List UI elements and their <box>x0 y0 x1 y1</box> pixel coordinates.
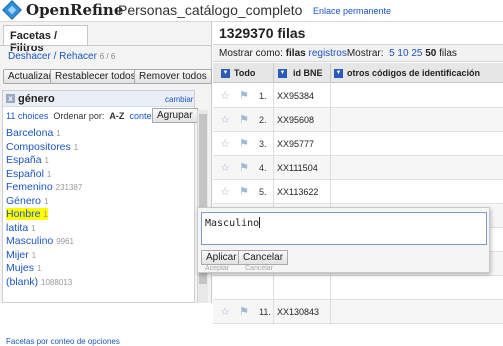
rows-mode-option[interactable]: filas <box>286 48 306 59</box>
sort-label: Ordenar por: <box>53 111 105 121</box>
facet-choice[interactable]: (blank) 1088013 <box>3 276 194 290</box>
table-row: ☆ ⚑ 4. XX111504 <box>213 156 503 180</box>
column-other-ids: otros códigos de identificación <box>347 68 481 78</box>
show-as-label: Mostrar como: <box>219 48 283 59</box>
cell-editor-popup: Masculino Aplicar Cancelar Aceptar Cance… <box>197 207 490 273</box>
app-header: OpenRefine Personas_catálogo_completo En… <box>0 0 503 22</box>
cancel-button[interactable]: Cancelar <box>238 250 289 265</box>
cell-id-bne[interactable]: XX111504 <box>277 163 318 173</box>
page-size-25[interactable]: 25 <box>411 48 422 59</box>
facet-choice[interactable]: España 1 <box>3 154 194 168</box>
facet-choice[interactable]: Femenino 231387 <box>3 181 194 195</box>
show-label: Mostrar: <box>346 48 384 59</box>
flag-icon[interactable]: ⚑ <box>238 90 250 102</box>
facet-choice[interactable]: Mijer 1 <box>3 249 194 263</box>
remove-all-button[interactable]: Remover todos <box>134 69 212 84</box>
reset-all-button[interactable]: Restablecer todos <box>50 69 141 84</box>
facet-controls: 11 choices Ordenar por: A-Z conteo <box>6 111 156 121</box>
flag-icon[interactable]: ⚑ <box>238 114 250 126</box>
column-all: Todo <box>234 68 256 78</box>
star-icon[interactable]: ☆ <box>219 138 231 150</box>
facet-change-link[interactable]: cambiar <box>165 95 193 104</box>
table-row: ☆ ⚑ 5. XX113622 <box>213 180 503 204</box>
left-panel: Facetas / Filtros Deshacer / Rehacer 6 /… <box>0 22 212 346</box>
page-size-10[interactable]: 10 <box>397 48 408 59</box>
undo-redo-link[interactable]: Deshacer / Rehacer 6 / 6 <box>8 51 115 62</box>
row-number: 5. <box>259 187 267 197</box>
flag-icon[interactable]: ⚑ <box>238 138 250 150</box>
gender-facet: x género cambiar 11 choices Ordenar por:… <box>2 90 198 346</box>
permalink-link[interactable]: Enlace permanente <box>313 6 391 16</box>
cluster-button[interactable]: Agrupar <box>152 108 198 123</box>
table-row <box>213 276 503 300</box>
star-icon[interactable]: ☆ <box>219 90 231 102</box>
close-facet-icon[interactable]: x <box>6 94 15 103</box>
row-number: 3. <box>259 139 267 149</box>
facet-choice[interactable]: Barcelona 1 <box>3 127 194 141</box>
flag-icon[interactable]: ⚑ <box>238 162 250 174</box>
facet-choice[interactable]: latita 1 <box>3 222 194 236</box>
facet-choice[interactable]: Español 1 <box>3 168 194 182</box>
page-size-unit: filas <box>439 48 457 59</box>
cell-id-bne[interactable]: XX113622 <box>277 187 318 197</box>
page-size-50[interactable]: 50 <box>425 48 436 59</box>
brand-name[interactable]: OpenRefine <box>26 1 123 19</box>
project-name[interactable]: Personas_catálogo_completo <box>118 2 302 18</box>
cell-id-bne[interactable]: XX130843 <box>277 307 319 317</box>
star-icon[interactable]: ☆ <box>219 162 231 174</box>
data-rows: ☆ ⚑ 1. XX95384 ☆ ⚑ 2. XX95608 ☆ ⚑ 3. XX9… <box>213 84 503 324</box>
table-row: ☆ ⚑ 2. XX95608 <box>213 108 503 132</box>
cell-id-bne[interactable]: XX95608 <box>277 115 314 125</box>
row-number: 1. <box>259 91 267 101</box>
apply-hint: Aceptar <box>205 265 230 272</box>
facet-choice-highlighted[interactable]: Honbre 1 <box>3 208 194 222</box>
table-row: ☆ ⚑ 1. XX95384 <box>213 84 503 108</box>
row-number: 11. <box>259 307 271 317</box>
star-icon[interactable]: ☆ <box>219 114 231 126</box>
facet-by-count-link[interactable]: Facetas por conteo de opciones <box>6 337 120 346</box>
table-row: ☆ ⚑ 3. XX95777 <box>213 132 503 156</box>
facet-choice[interactable]: Masculino 9961 <box>3 235 194 249</box>
column-header-row: ▼ Todo ▼ id BNE ▼ otros códigos de ident… <box>213 63 503 83</box>
openrefine-logo-icon[interactable] <box>2 0 22 20</box>
facet-choice[interactable]: Género 1 <box>3 195 194 209</box>
facet-title-bar: x género cambiar <box>3 91 194 107</box>
row-number: 4. <box>259 163 267 173</box>
records-mode-option[interactable]: registros <box>308 48 346 59</box>
table-row: ☆ ⚑ 11. XX130843 <box>213 300 503 324</box>
other-ids-column-menu-icon[interactable]: ▼ <box>334 69 343 78</box>
star-icon[interactable]: ☆ <box>219 186 231 198</box>
row-count: 1329370 filas <box>219 25 306 41</box>
facet-choice-list: Barcelona 1 Compositores 1 España 1 Espa… <box>3 127 194 289</box>
cancel-hint: Cancelar <box>245 265 274 272</box>
star-icon[interactable]: ☆ <box>219 306 231 318</box>
facet-choice[interactable]: Mujes 1 <box>3 262 194 276</box>
id-bne-column-menu-icon[interactable]: ▼ <box>278 69 287 78</box>
facet-name: género <box>18 93 55 105</box>
choices-count-link[interactable]: 11 choices <box>6 111 48 121</box>
view-options-bar: Mostrar como: filas registrosMostrar: 5 … <box>213 44 503 62</box>
cell-editor-textarea[interactable]: Masculino <box>201 212 487 245</box>
flag-icon[interactable]: ⚑ <box>238 186 250 198</box>
sort-az-option[interactable]: A-Z <box>109 111 124 121</box>
apply-button[interactable]: Aplicar <box>201 250 242 265</box>
refresh-button[interactable]: Actualizar <box>3 69 57 84</box>
undo-count: 6 / 6 <box>99 52 116 61</box>
cell-id-bne[interactable]: XX95384 <box>277 91 314 101</box>
page-size-5[interactable]: 5 <box>389 48 395 59</box>
all-column-menu-icon[interactable]: ▼ <box>221 69 230 78</box>
tab-facets-filters[interactable]: Facetas / Filtros <box>3 25 88 54</box>
cell-id-bne[interactable]: XX95777 <box>277 139 314 149</box>
column-id-bne: id BNE <box>293 68 323 78</box>
facet-choice[interactable]: Compositores 1 <box>3 141 194 155</box>
row-number: 2. <box>259 115 267 125</box>
flag-icon[interactable]: ⚑ <box>238 306 250 318</box>
